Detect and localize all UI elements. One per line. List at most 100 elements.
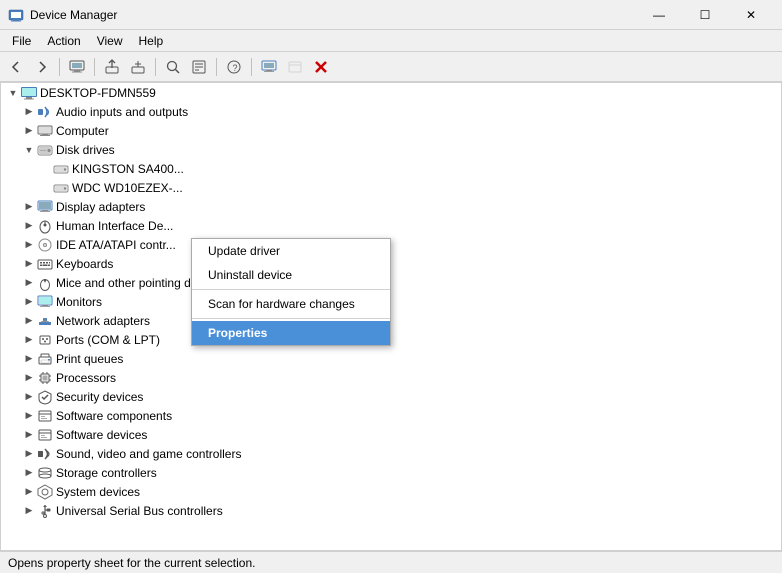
separator-5 [251, 58, 252, 76]
ctx-separator [192, 289, 390, 290]
hid-icon [37, 218, 53, 234]
expander-root[interactable]: ▼ [5, 85, 21, 101]
expander-processors[interactable]: ▶ [21, 370, 37, 386]
monitors-icon [37, 294, 53, 310]
tree-item-sound[interactable]: ▶ Sound, video and game controllers [1, 444, 781, 463]
tree-item-wdc[interactable]: ▶ WDC WD10EZEX-... [1, 178, 781, 197]
tree-item-hid[interactable]: ▶ Human Interface De... [1, 216, 781, 235]
tree-item-diskdrives[interactable]: ▼ Disk drives [1, 140, 781, 159]
tree-item-print[interactable]: ▶ Print queues [1, 349, 781, 368]
disabled-button-1 [283, 55, 307, 79]
restore-button[interactable]: ☐ [682, 0, 728, 30]
tree-item-mice[interactable]: ▶ Mice and other pointing devices [1, 273, 781, 292]
tree-item-keyboards[interactable]: ▶ Keyboards [1, 254, 781, 273]
tree-label-softwaredevices: Software devices [56, 428, 147, 442]
ctx-separator-2 [192, 318, 390, 319]
minimize-button[interactable]: — [636, 0, 682, 30]
scan-hardware-toolbar-button[interactable] [161, 55, 185, 79]
expander-storage[interactable]: ▶ [21, 465, 37, 481]
expander-print[interactable]: ▶ [21, 351, 37, 367]
expander-hid[interactable]: ▶ [21, 218, 37, 234]
window-title: Device Manager [30, 8, 636, 22]
tree-item-monitors[interactable]: ▶ Monitors [1, 292, 781, 311]
show-computer-button[interactable] [65, 55, 89, 79]
tree-label-processors: Processors [56, 371, 116, 385]
update-driver-toolbar-button[interactable] [100, 55, 124, 79]
expander-display[interactable]: ▶ [21, 199, 37, 215]
tree-item-network[interactable]: ▶ Network adapters [1, 311, 781, 330]
tree-label-network: Network adapters [56, 314, 150, 328]
expander-keyboards[interactable]: ▶ [21, 256, 37, 272]
usb-icon [37, 503, 53, 519]
printer-icon [37, 351, 53, 367]
svg-text:?: ? [233, 63, 238, 73]
expander-softwaredevices[interactable]: ▶ [21, 427, 37, 443]
tree-item-ports[interactable]: ▶ Ports (COM & LPT) [1, 330, 781, 349]
forward-button[interactable] [30, 55, 54, 79]
ctx-scan-hardware[interactable]: Scan for hardware changes [192, 292, 390, 316]
tree-label-hid: Human Interface De... [56, 219, 173, 233]
expander-security[interactable]: ▶ [21, 389, 37, 405]
expander-sysdevices[interactable]: ▶ [21, 484, 37, 500]
tree-item-softwarecomponents[interactable]: ▶ Software components [1, 406, 781, 425]
properties-toolbar-button[interactable] [187, 55, 211, 79]
app-icon [8, 7, 24, 23]
mouse-icon [37, 275, 53, 291]
uninstall-toolbar-button[interactable] [126, 55, 150, 79]
tree-item-audio[interactable]: ▶ Audio inputs and outputs [1, 102, 781, 121]
tree-item-root[interactable]: ▼ DESKTOP-FDMN559 [1, 83, 781, 102]
tree-item-softwaredevices[interactable]: ▶ Software devices [1, 425, 781, 444]
expander-diskdrives[interactable]: ▼ [21, 142, 37, 158]
expander-ports[interactable]: ▶ [21, 332, 37, 348]
expander-softwarecomponents[interactable]: ▶ [21, 408, 37, 424]
back-button[interactable] [4, 55, 28, 79]
tree-label-ide: IDE ATA/ATAPI contr... [56, 238, 176, 252]
menu-action[interactable]: Action [39, 32, 88, 50]
expander-network[interactable]: ▶ [21, 313, 37, 329]
ide-icon [37, 237, 53, 253]
tree-item-sysdevices[interactable]: ▶ System devices [1, 482, 781, 501]
tree-item-ide[interactable]: ▶ IDE ATA/ATAPI contr... [1, 235, 781, 254]
expander-computer[interactable]: ▶ [21, 123, 37, 139]
close-button[interactable]: ✕ [728, 0, 774, 30]
context-menu: Update driver Uninstall device Scan for … [191, 238, 391, 346]
help-toolbar-button[interactable]: ? [222, 55, 246, 79]
keyboard-icon [37, 256, 53, 272]
softwarecomponents-icon [37, 408, 53, 424]
ctx-update-driver[interactable]: Update driver [192, 239, 390, 263]
tree-label-keyboards: Keyboards [56, 257, 113, 271]
separator-1 [59, 58, 60, 76]
tree-item-usb[interactable]: ▶ Universal Serial Bus controllers [1, 501, 781, 520]
tree-item-kingston[interactable]: ▶ KINGSTON SA400... [1, 159, 781, 178]
menu-help[interactable]: Help [131, 32, 172, 50]
tree-item-computer[interactable]: ▶ Computer [1, 121, 781, 140]
expander-mice[interactable]: ▶ [21, 275, 37, 291]
diskdrives-icon [37, 142, 53, 158]
device-tree[interactable]: ▼ DESKTOP-FDMN559 ▶ Audio [0, 82, 782, 551]
tree-label-diskdrives: Disk drives [56, 143, 115, 157]
tree-item-display[interactable]: ▶ Display adapters [1, 197, 781, 216]
tree-item-processors[interactable]: ▶ Processors [1, 368, 781, 387]
expander-audio[interactable]: ▶ [21, 104, 37, 120]
expander-monitors[interactable]: ▶ [21, 294, 37, 310]
remove-device-button[interactable] [309, 55, 333, 79]
ctx-properties[interactable]: Properties [192, 321, 390, 345]
toolbar: ? [0, 52, 782, 82]
expander-usb[interactable]: ▶ [21, 503, 37, 519]
tree-label-root: DESKTOP-FDMN559 [40, 86, 156, 100]
network-icon [37, 313, 53, 329]
menu-view[interactable]: View [89, 32, 131, 50]
sysdevices-icon [37, 484, 53, 500]
tree-item-security[interactable]: ▶ Security devices [1, 387, 781, 406]
display-icon [37, 199, 53, 215]
tree-label-wdc: WDC WD10EZEX-... [72, 181, 183, 195]
menu-bar: File Action View Help [0, 30, 782, 52]
separator-4 [216, 58, 217, 76]
menu-file[interactable]: File [4, 32, 39, 50]
display-device-button[interactable] [257, 55, 281, 79]
audio-icon [37, 104, 53, 120]
expander-sound[interactable]: ▶ [21, 446, 37, 462]
ctx-uninstall-device[interactable]: Uninstall device [192, 263, 390, 287]
tree-item-storage[interactable]: ▶ Storage controllers [1, 463, 781, 482]
expander-ide[interactable]: ▶ [21, 237, 37, 253]
